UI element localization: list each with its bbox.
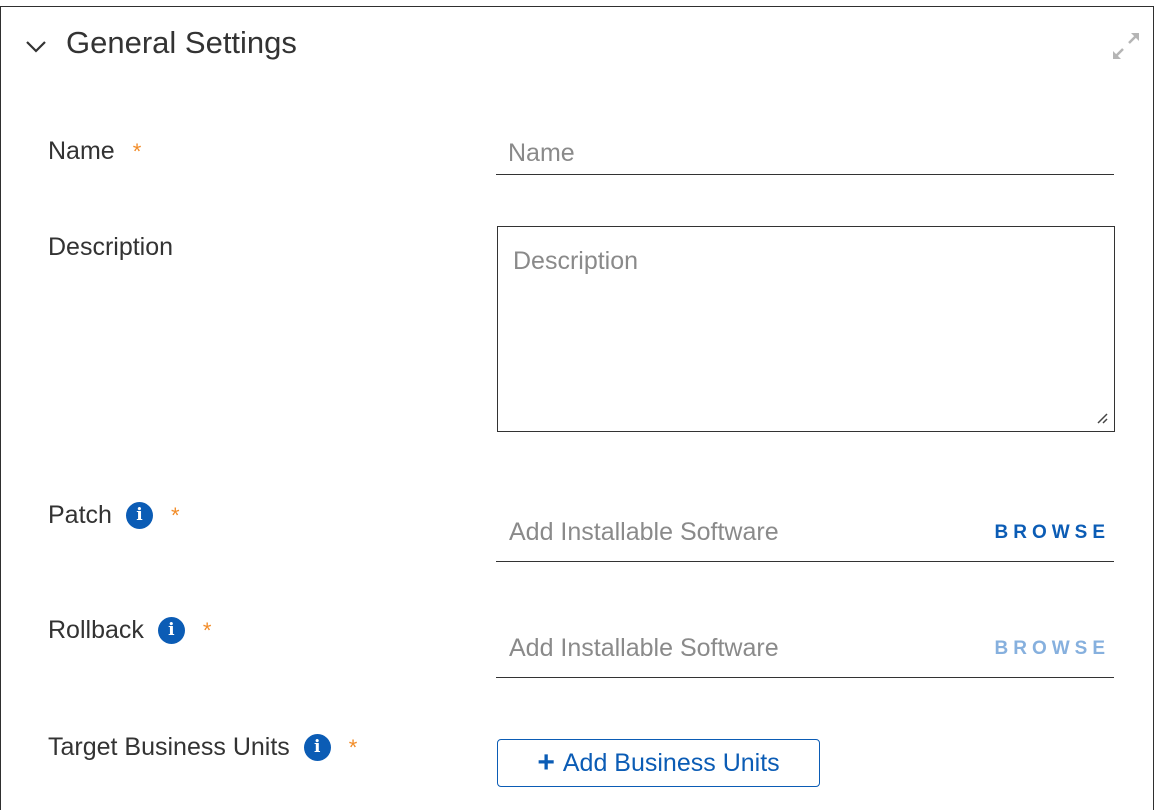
patch-browse-button[interactable]: BROWSE xyxy=(995,522,1111,544)
patch-label-row: Patch i * xyxy=(48,501,180,530)
add-business-units-label: Add Business Units xyxy=(562,748,780,777)
rollback-label: Rollback xyxy=(48,616,144,644)
required-marker: * xyxy=(132,138,142,164)
expand-icon[interactable] xyxy=(1109,29,1143,63)
name-label-row: Name * xyxy=(48,137,141,166)
rollback-label-row: Rollback i * xyxy=(48,616,211,645)
section-title: General Settings xyxy=(66,25,297,60)
chevron-down-icon[interactable] xyxy=(24,37,48,57)
description-label: Description xyxy=(48,233,174,261)
patch-label: Patch xyxy=(48,501,112,529)
required-marker: * xyxy=(170,502,180,528)
rollback-placeholder: Add Installable Software xyxy=(509,634,779,662)
patch-placeholder: Add Installable Software xyxy=(509,518,779,546)
plus-icon: + xyxy=(537,746,555,779)
rollback-software-field[interactable]: Add Installable Software BROWSE xyxy=(496,626,1114,678)
required-marker: * xyxy=(348,734,358,760)
add-business-units-button[interactable]: + Add Business Units xyxy=(497,739,820,787)
patch-software-field[interactable]: Add Installable Software BROWSE xyxy=(496,510,1114,562)
info-icon[interactable]: i xyxy=(125,502,153,529)
target-business-units-label-row: Target Business Units i * xyxy=(48,733,357,762)
info-icon[interactable]: i xyxy=(303,734,331,761)
info-icon[interactable]: i xyxy=(157,617,185,644)
general-settings-panel: General Settings Name * Description Patc… xyxy=(0,6,1154,810)
name-label: Name xyxy=(48,137,115,165)
section-header[interactable]: General Settings xyxy=(1,7,1153,87)
target-business-units-label: Target Business Units xyxy=(48,733,290,761)
resize-grip-icon[interactable] xyxy=(1095,411,1109,425)
rollback-browse-button[interactable]: BROWSE xyxy=(995,638,1111,660)
description-textarea[interactable] xyxy=(497,226,1115,432)
description-label-row: Description xyxy=(48,233,173,262)
name-input[interactable] xyxy=(496,133,1114,175)
required-marker: * xyxy=(202,617,212,643)
